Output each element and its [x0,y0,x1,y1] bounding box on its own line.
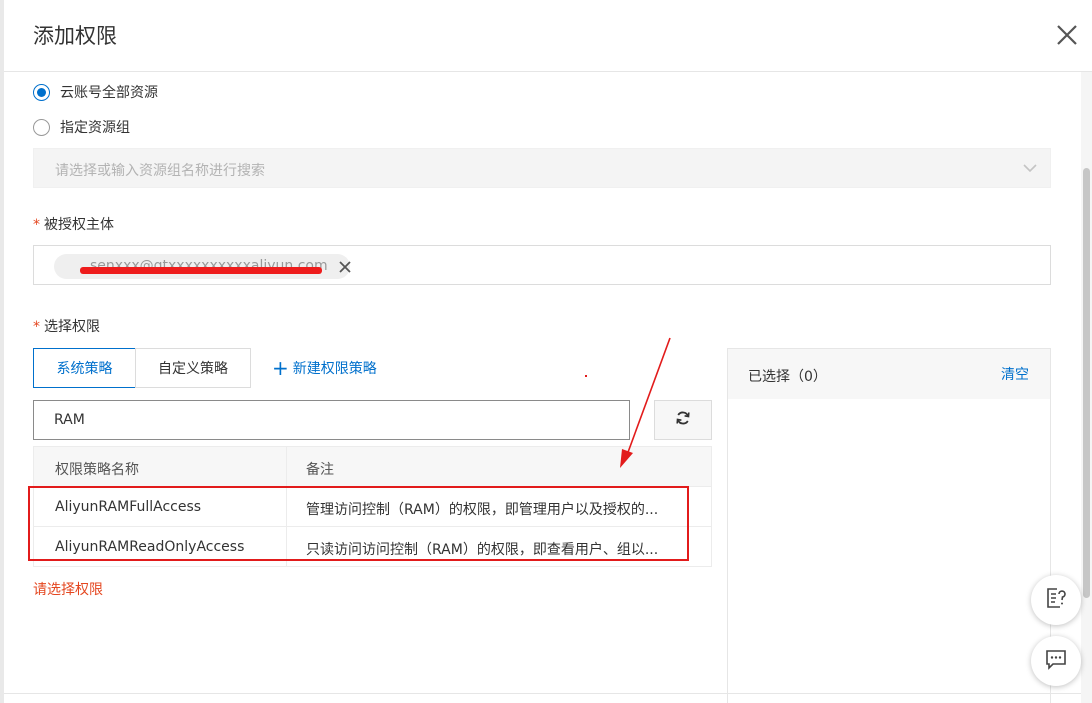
radio-all-resources[interactable]: 云账号全部资源 [33,82,158,102]
chat-icon [1044,647,1068,675]
dialog-header: 添加权限 [4,0,1092,72]
radio-unchecked-icon[interactable] [33,118,50,136]
permission-error-text: 请选择权限 [33,582,103,598]
close-icon[interactable] [1054,22,1080,48]
policy-name: AliyunRAMFullAccess [55,499,202,515]
scrollbar[interactable] [1081,72,1092,703]
policy-name: AliyunRAMReadOnlyAccess [55,539,245,555]
resource-group-placeholder: 请选择或输入资源组名称进行搜索 [55,163,265,179]
chat-button[interactable] [1031,636,1081,686]
column-header-name: 权限策略名称 [55,462,139,478]
column-divider [286,527,287,566]
tab-system-policy[interactable]: 系统策略 [33,348,136,388]
dialog-title: 添加权限 [33,24,117,48]
selected-panel: 已选择（0） 清空 [727,348,1051,703]
chevron-down-icon [1022,160,1038,180]
table-row[interactable]: AliyunRAMFullAccess 管理访问控制（RAM）的权限，即管理用户… [33,487,712,527]
footer-divider [4,693,1081,694]
radio-all-resources-label: 云账号全部资源 [60,85,158,101]
add-permission-dialog: 添加权限 云账号全部资源 指定资源组 请选择或输入资源组名称进行搜索 * 被授权主… [0,0,1092,703]
radio-resource-group[interactable]: 指定资源组 [33,117,130,137]
new-policy-link[interactable]: + 新建权限策略 [272,358,377,378]
help-doc-icon [1044,586,1068,614]
column-divider [286,487,287,526]
required-mark: * [33,319,40,335]
policy-note: 只读访问访问控制（RAM）的权限，即查看用户、组以... [306,542,659,558]
backdrop-edge [0,0,4,703]
principal-tag: senxxx@gtxxxxxxxxxxaliyun.com [54,254,353,279]
permission-label: * 选择权限 [33,316,100,336]
selected-panel-header: 已选择（0） 清空 [728,349,1050,399]
annotation-dot [585,375,587,377]
plus-icon: + [272,356,289,380]
resource-group-select[interactable]: 请选择或输入资源组名称进行搜索 [33,148,1051,188]
radio-checked-icon[interactable] [33,83,50,101]
required-mark: * [33,217,40,233]
radio-resource-group-label: 指定资源组 [60,120,130,136]
permission-label-text: 选择权限 [44,319,100,335]
principal-input[interactable]: senxxx@gtxxxxxxxxxxaliyun.com [33,245,1051,285]
new-policy-label: 新建权限策略 [292,361,377,377]
clear-button[interactable]: 清空 [1001,364,1029,384]
redaction-mark [80,267,322,274]
selected-title: 已选择（0） [748,369,827,385]
column-divider [286,447,287,486]
principal-label-text: 被授权主体 [44,217,114,233]
tab-custom-policy[interactable]: 自定义策略 [135,348,251,388]
tag-remove-icon[interactable] [337,259,353,275]
column-header-note: 备注 [306,462,334,478]
policy-note: 管理访问控制（RAM）的权限，即管理用户以及授权的... [306,502,659,518]
policy-search-input[interactable]: RAM [33,400,630,440]
table-row[interactable]: AliyunRAMReadOnlyAccess 只读访问访问控制（RAM）的权限… [33,527,712,567]
help-doc-button[interactable] [1031,575,1081,625]
scrollbar-thumb[interactable] [1083,168,1090,598]
principal-label: * 被授权主体 [33,214,114,234]
annotation-arrow-icon [620,337,671,468]
